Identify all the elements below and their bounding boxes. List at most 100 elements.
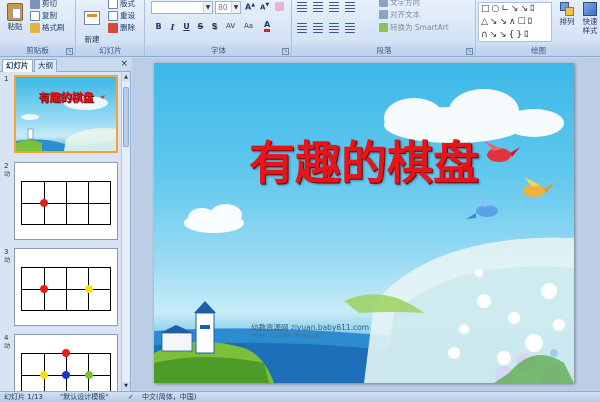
align-right-button[interactable] <box>329 23 339 33</box>
char-spacing-icon: AV <box>226 22 236 30</box>
shadow-button[interactable]: S <box>208 22 221 31</box>
chevron-down-icon[interactable]: ▼ <box>203 2 212 13</box>
reset-button[interactable]: 重设 <box>108 10 135 21</box>
spellcheck-icon[interactable]: ✓ <box>128 393 134 402</box>
numbering-button[interactable] <box>313 2 323 12</box>
thumbnail-frame[interactable] <box>14 334 118 391</box>
green-piece <box>84 371 93 379</box>
thumbnail-scrollbar[interactable]: ▲ ▼ <box>121 73 130 391</box>
justify-button[interactable] <box>345 23 355 33</box>
align-text-button[interactable]: 对齐文本 <box>379 9 420 20</box>
clear-format-button[interactable] <box>275 2 284 11</box>
close-icon[interactable]: × <box>120 59 128 69</box>
slides-pane: 幻灯片 大纲 × 1 有趣的棋盘 2 动 3 动 4 动 ▲ ▼ <box>0 58 131 391</box>
change-case-button[interactable]: Aa <box>244 22 253 30</box>
align-text-label: 对齐文本 <box>390 10 420 19</box>
paragraph-launcher-icon[interactable]: ↘ <box>466 48 473 55</box>
align-left-button[interactable] <box>297 23 307 33</box>
tab-slides[interactable]: 幻灯片 <box>2 59 33 72</box>
animation-icon: 动 <box>4 257 11 264</box>
ribbon: 粘贴 剪切 复制 格式刷 剪贴板 ↘ 新建 幻灯片 版式 <box>0 0 600 57</box>
red-piece <box>39 199 48 207</box>
align-right-icon <box>329 23 339 33</box>
align-center-button[interactable] <box>313 23 323 33</box>
thumbnail-title: 有趣的棋盘 <box>38 91 94 104</box>
shrink-font-button[interactable]: A▼ <box>260 2 269 11</box>
slide-thumbnail-2[interactable]: 2 动 <box>0 162 122 244</box>
slide-thumbnail-4[interactable]: 4 动 <box>0 334 122 391</box>
quick-styles-button[interactable]: 快速样式 <box>579 2 600 35</box>
layout-button[interactable]: 版式 <box>108 0 135 9</box>
drawing-group: □○∟↘↘ﾛ △↘↘∧☐ﾛ ∩↘↘{}ﾛ 排列 快速样式 绘图 <box>477 0 600 57</box>
board-grid <box>21 181 111 225</box>
bullets-button[interactable] <box>297 2 307 12</box>
tab-outline[interactable]: 大纲 <box>34 59 57 72</box>
char-spacing-button[interactable]: AV <box>226 22 235 30</box>
convert-smartart-label: 转换为 SmartArt <box>390 23 449 32</box>
thumbnail-frame[interactable] <box>14 162 118 240</box>
clipboard-group: 粘贴 剪切 复制 格式刷 剪贴板 ↘ <box>0 0 76 57</box>
animation-icon: 动 <box>4 171 11 178</box>
thumbnail-frame[interactable] <box>14 248 118 326</box>
arrange-button[interactable]: 排列 <box>556 2 578 26</box>
slide-thumbnail-1[interactable]: 1 有趣的棋盘 <box>0 75 122 157</box>
reset-label: 重设 <box>120 11 135 20</box>
delete-button[interactable]: 删除 <box>108 22 135 33</box>
text-direction-button[interactable]: 文字方向 <box>379 0 420 8</box>
italic-button[interactable]: I <box>166 22 179 32</box>
thumbnail-frame[interactable]: 有趣的棋盘 <box>14 75 118 153</box>
indent-button[interactable] <box>329 2 339 12</box>
align-left-icon <box>297 23 307 33</box>
current-slide[interactable]: 有趣的棋盘 幼教资源网 ziyuan.baby611.com PPT课件、FLA… <box>154 63 574 383</box>
align-center-icon <box>313 23 323 33</box>
board-grid <box>21 267 111 311</box>
slide-number: 3 <box>4 248 9 256</box>
convert-smartart-button[interactable]: 转换为 SmartArt <box>379 22 449 33</box>
shapes-gallery[interactable]: □○∟↘↘ﾛ △↘↘∧☐ﾛ ∩↘↘{}ﾛ <box>478 2 552 42</box>
copy-button[interactable]: 复制 <box>30 10 57 21</box>
justify-icon <box>345 23 355 33</box>
font-launcher-icon[interactable]: ↘ <box>282 48 289 55</box>
new-slide-icon <box>84 11 100 25</box>
slide-thumbnail-3[interactable]: 3 动 <box>0 248 122 330</box>
underline-button[interactable]: U <box>180 22 193 31</box>
outdent-button[interactable] <box>345 2 355 12</box>
slides-group-label: 幻灯片 <box>77 45 144 56</box>
layout-icon <box>108 0 118 9</box>
paste-button[interactable]: 粘贴 <box>4 3 26 31</box>
font-color-button[interactable]: A <box>264 21 271 32</box>
clipboard-launcher-icon[interactable]: ↘ <box>66 48 73 55</box>
font-group-label: 字体 <box>146 45 291 56</box>
red-piece <box>62 349 70 357</box>
font-size-combo[interactable]: 80 ▼ <box>215 1 241 14</box>
status-bar: 幻灯片 1/13 "默认设计模板" ✓ 中文(简体，中国) <box>0 391 600 402</box>
paste-icon <box>7 3 23 21</box>
layout-label: 版式 <box>120 0 135 8</box>
language-indicator[interactable]: 中文(简体，中国) <box>142 393 196 402</box>
numbering-icon <box>313 2 323 12</box>
grow-font-button[interactable]: A▲ <box>245 2 255 12</box>
font-color-icon: A <box>264 21 271 32</box>
chevron-down-icon[interactable]: ▼ <box>231 2 240 13</box>
theme-name: "默认设计模板" <box>60 393 109 401</box>
scroll-up-icon[interactable]: ▲ <box>122 73 130 82</box>
format-painter-button[interactable]: 格式刷 <box>30 22 65 33</box>
eraser-icon <box>275 2 284 11</box>
paste-label: 粘贴 <box>7 22 23 31</box>
slide-number: 4 <box>4 334 9 342</box>
grow-font-icon: A▲ <box>245 2 256 12</box>
delete-icon <box>108 22 118 33</box>
strikethrough-button[interactable]: S <box>194 22 207 31</box>
scroll-down-icon[interactable]: ▼ <box>122 382 130 391</box>
slide-watermark: 幼教资源网 ziyuan.baby611.com <box>251 323 370 332</box>
scroll-thumb[interactable] <box>123 87 129 147</box>
quick-styles-icon <box>583 2 597 16</box>
font-name-combo[interactable]: ▼ <box>151 1 213 14</box>
slide-title[interactable]: 有趣的棋盘 <box>154 127 574 193</box>
font-size-value: 80 <box>218 3 228 12</box>
brush-icon <box>30 22 40 33</box>
bold-button[interactable]: B <box>152 22 165 31</box>
bullets-icon <box>297 2 307 12</box>
cut-button[interactable]: 剪切 <box>30 0 57 9</box>
copy-label: 复制 <box>42 11 57 20</box>
